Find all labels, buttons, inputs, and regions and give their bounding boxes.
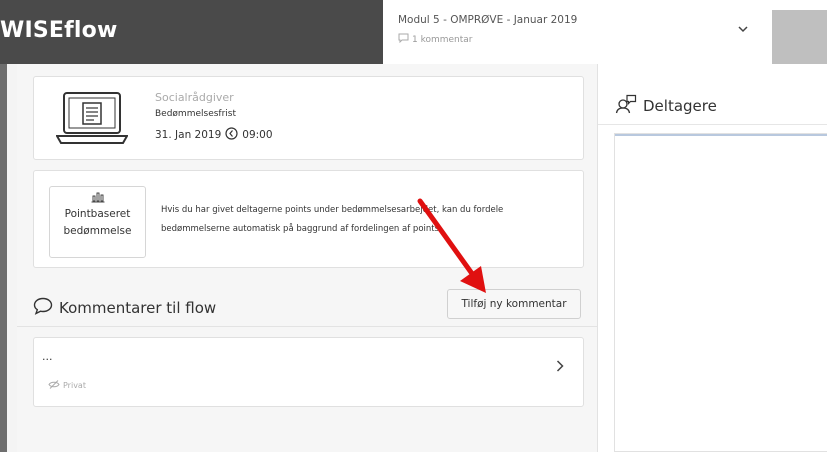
side-nav-strip <box>0 64 7 452</box>
assessment-card: Socialrådgiver Bedømmelsesfrist 31. Jan … <box>33 76 584 160</box>
speech-bubble-icon <box>398 33 409 46</box>
clock-icon <box>225 127 238 143</box>
bar-chart-icon <box>50 191 145 206</box>
points-card: Pointbaseret bedømmelse Hvis du har give… <box>33 170 584 268</box>
comment-text: ... <box>42 350 53 363</box>
eye-slash-icon <box>48 380 60 391</box>
people-icon <box>615 94 637 118</box>
role-label: Socialrådgiver <box>155 91 234 104</box>
comment-count: 1 kommentar <box>398 33 473 46</box>
divider <box>598 124 827 125</box>
point-based-assessment-button[interactable]: Pointbaseret bedømmelse <box>49 186 146 258</box>
chevron-down-icon[interactable] <box>738 22 748 36</box>
privacy-label: Privat <box>48 380 86 391</box>
speech-bubble-icon <box>33 297 53 319</box>
avatar[interactable] <box>772 10 827 64</box>
laptop-icon <box>55 89 129 153</box>
comments-heading: Kommentarer til flow <box>33 297 216 319</box>
points-description: Hvis du har givet deltagerne points unde… <box>161 205 504 234</box>
deadline-label: Bedømmelsesfrist <box>155 109 237 119</box>
brand-logo: WISEflow <box>0 18 118 43</box>
participants-list[interactable] <box>614 133 827 452</box>
divider <box>17 326 597 327</box>
module-title: Modul 5 - OMPRØVE - Januar 2019 <box>398 14 578 26</box>
participants-heading: Deltagere <box>615 94 717 118</box>
top-bar: WISEflow <box>0 0 383 64</box>
add-comment-button[interactable]: Tilføj ny kommentar <box>447 289 581 319</box>
deadline-value: 31. Jan 2019 09:00 <box>155 127 273 143</box>
comment-list-item[interactable]: ... Privat <box>33 337 584 407</box>
module-selector[interactable]: Modul 5 - OMPRØVE - Januar 2019 1 kommen… <box>383 0 827 64</box>
chevron-right-icon[interactable] <box>556 360 564 376</box>
